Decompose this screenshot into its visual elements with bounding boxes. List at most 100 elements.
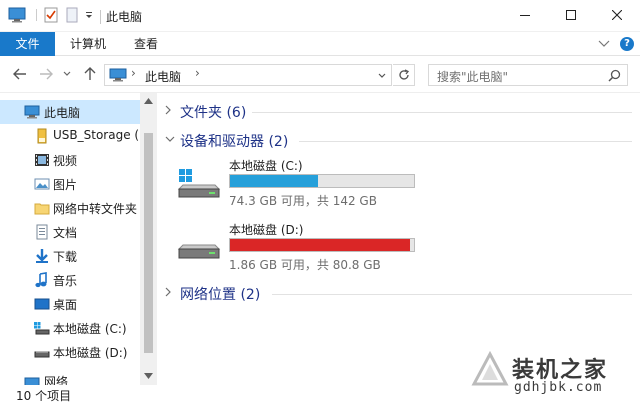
- computer-icon: [109, 68, 127, 82]
- navigation-scrollbar[interactable]: [140, 93, 157, 385]
- drive-name: 本地磁盘 (D:): [229, 223, 304, 237]
- chevron-right-icon[interactable]: [165, 287, 172, 297]
- group-network-locations[interactable]: 网络位置 (2): [157, 283, 640, 305]
- maximize-button[interactable]: [548, 0, 594, 30]
- ribbon: 文件 计算机 查看 ?: [0, 32, 640, 56]
- nav-item-label: 下载: [53, 250, 78, 264]
- toolbar-divider: [100, 10, 101, 24]
- help-icon[interactable]: ?: [620, 37, 634, 51]
- up-button[interactable]: [80, 64, 100, 84]
- video-folder-icon: [35, 154, 49, 166]
- music-folder-icon: [35, 272, 47, 288]
- nav-item-label: 此电脑: [44, 106, 81, 120]
- nav-item-label: 本地磁盘 (D:): [53, 346, 128, 360]
- nav-item-documents[interactable]: 文档: [0, 220, 140, 244]
- scroll-down-icon[interactable]: [144, 373, 153, 379]
- back-button[interactable]: [10, 64, 30, 84]
- computer-icon[interactable]: [8, 7, 26, 23]
- properties-icon[interactable]: [44, 7, 58, 23]
- drive-usage-bar: [229, 238, 415, 252]
- pictures-folder-icon: [34, 178, 50, 190]
- nav-item-label: 图片: [53, 178, 78, 192]
- computer-icon: [24, 105, 40, 119]
- nav-item-videos[interactable]: 视频: [0, 148, 140, 172]
- close-icon: [612, 10, 622, 20]
- nav-item-label: USB_Storage (F: [53, 128, 140, 142]
- drive-usage-fill: [230, 175, 318, 187]
- breadcrumb-item[interactable]: 此电脑: [145, 68, 181, 85]
- address-history-icon[interactable]: [378, 73, 386, 79]
- group-divider: [299, 141, 632, 142]
- group-divider: [272, 294, 632, 295]
- nav-item-drive-d[interactable]: 本地磁盘 (D:): [0, 340, 140, 364]
- documents-folder-icon: [36, 224, 48, 240]
- nav-item-desktop[interactable]: 桌面: [0, 292, 140, 316]
- drive-c-icon: [34, 322, 50, 335]
- breadcrumb-separator[interactable]: ›: [195, 66, 200, 80]
- tab-view[interactable]: 查看: [120, 32, 172, 56]
- nav-item-network[interactable]: 网络: [0, 369, 140, 385]
- group-title: 网络位置 (2): [180, 287, 261, 303]
- nav-item-downloads[interactable]: 下载: [0, 244, 140, 268]
- nav-item-transfer-folder[interactable]: 网络中转文件夹: [0, 196, 140, 220]
- nav-item-usb-storage[interactable]: USB_Storage (F: [0, 124, 140, 148]
- title-bar: 此电脑: [0, 0, 640, 32]
- nav-item-music[interactable]: 音乐: [0, 268, 140, 292]
- tab-computer[interactable]: 计算机: [60, 32, 116, 56]
- nav-item-drive-c[interactable]: 本地磁盘 (C:): [0, 316, 140, 340]
- tab-file[interactable]: 文件: [0, 32, 55, 56]
- search-placeholder: 搜索"此电脑": [437, 70, 509, 84]
- up-arrow-icon: [84, 67, 96, 80]
- group-title: 文件夹 (6): [180, 105, 247, 121]
- watermark-url: gdhjbk.com: [514, 380, 603, 395]
- group-title: 设备和驱动器 (2): [180, 134, 289, 150]
- drive-item-d[interactable]: 本地磁盘 (D:) 1.86 GB 可用，共 80.8 GB: [175, 221, 435, 272]
- drive-d-icon: [34, 351, 50, 358]
- customize-toolbar-icon[interactable]: [84, 7, 94, 23]
- desktop-folder-icon: [34, 298, 50, 310]
- breadcrumb-separator[interactable]: ›: [131, 66, 136, 80]
- content-pane: 文件夹 (6) 设备和驱动器 (2) 本地磁盘 (C:) 74.3 GB 可用，…: [157, 93, 640, 385]
- maximize-icon: [566, 10, 576, 20]
- usb-drive-icon: [37, 128, 47, 144]
- search-icon[interactable]: [608, 69, 621, 82]
- drive-free-space: 1.86 GB 可用，共 80.8 GB: [229, 258, 381, 272]
- minimize-button[interactable]: [502, 0, 548, 30]
- nav-item-pictures[interactable]: 图片: [0, 172, 140, 196]
- expand-ribbon-icon[interactable]: [598, 40, 610, 48]
- address-row: › 此电脑 › 搜索"此电脑": [0, 57, 640, 93]
- chevron-right-icon[interactable]: [165, 105, 172, 115]
- forward-arrow-icon: [40, 68, 53, 80]
- scrollbar-thumb[interactable]: [144, 133, 153, 353]
- recent-locations-button[interactable]: [60, 64, 74, 84]
- drive-d-icon: [177, 244, 221, 259]
- drive-usage-bar: [229, 174, 415, 188]
- nav-item-label: 网络: [44, 375, 69, 385]
- nav-item-label: 桌面: [53, 298, 78, 312]
- drive-c-icon: [177, 169, 221, 198]
- network-icon: [24, 377, 40, 385]
- address-bar[interactable]: › 此电脑 ›: [104, 64, 392, 86]
- search-input[interactable]: 搜索"此电脑": [428, 64, 628, 86]
- nav-item-label: 音乐: [53, 274, 78, 288]
- drive-item-c[interactable]: 本地磁盘 (C:) 74.3 GB 可用，共 142 GB: [175, 157, 435, 208]
- nav-item-label: 文档: [53, 226, 78, 240]
- new-folder-icon[interactable]: [66, 7, 78, 23]
- refresh-button[interactable]: [393, 64, 415, 86]
- close-button[interactable]: [594, 0, 640, 30]
- chevron-down-icon: [63, 71, 71, 76]
- nav-item-this-pc[interactable]: 此电脑: [0, 100, 140, 124]
- group-devices-drives[interactable]: 设备和驱动器 (2): [157, 130, 640, 152]
- group-folders[interactable]: 文件夹 (6): [157, 101, 640, 123]
- nav-item-label: 网络中转文件夹: [53, 202, 138, 216]
- group-divider: [252, 112, 632, 113]
- refresh-icon: [398, 69, 409, 80]
- minimize-icon: [520, 15, 530, 16]
- watermark-logo-icon: [471, 350, 509, 386]
- drive-usage-fill: [230, 239, 410, 251]
- scroll-up-icon[interactable]: [144, 98, 153, 104]
- forward-button[interactable]: [36, 64, 56, 84]
- drive-free-space: 74.3 GB 可用，共 142 GB: [229, 194, 377, 208]
- chevron-down-icon[interactable]: [165, 136, 175, 144]
- nav-item-label: 视频: [53, 154, 78, 168]
